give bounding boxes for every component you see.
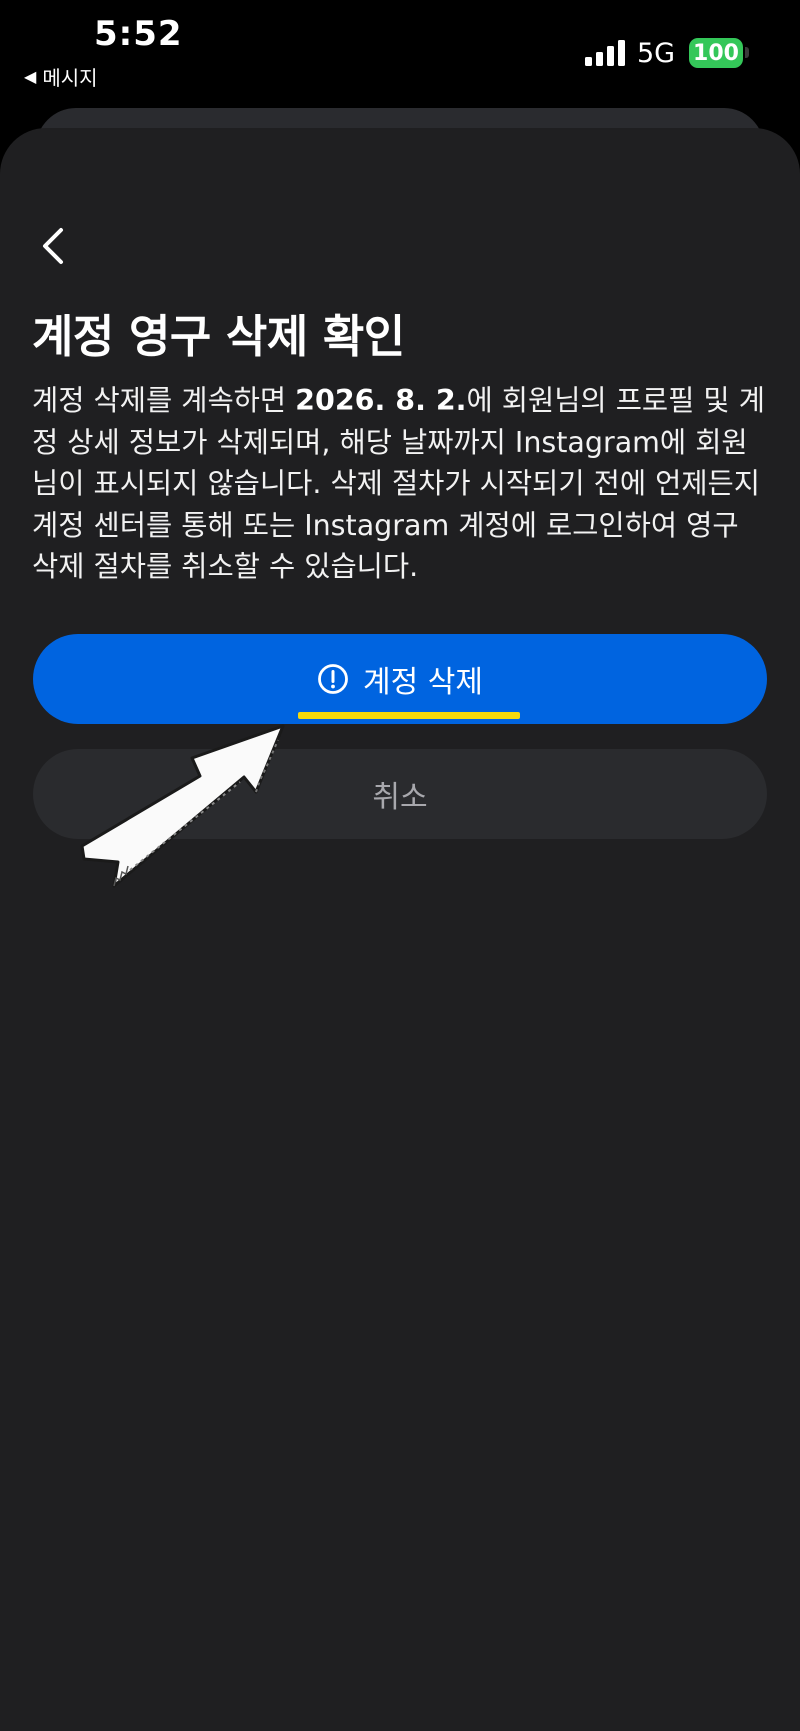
- network-type: 5G: [637, 38, 676, 69]
- highlight-underline: [298, 712, 520, 719]
- cancel-label: 취소: [372, 780, 428, 815]
- signal-icon: [585, 40, 625, 66]
- back-button[interactable]: [32, 222, 72, 270]
- battery-level: 100: [693, 40, 739, 66]
- delete-account-button[interactable]: 계정 삭제: [33, 634, 767, 724]
- bottom-sheet: [0, 128, 800, 1731]
- status-time: 5:52: [94, 14, 183, 54]
- back-app-label: 메시지: [42, 66, 98, 90]
- delete-account-label: 계정 삭제: [363, 665, 483, 700]
- page-description: 계정 삭제를 계속하면 2026. 8. 2.에 회원님의 프로필 및 계정 상…: [32, 380, 772, 588]
- back-triangle-icon: ◀: [24, 67, 37, 86]
- chevron-left-icon: [43, 228, 63, 264]
- description-prefix: 계정 삭제를 계속하면: [32, 384, 296, 417]
- annotation-arrow-icon: [80, 724, 285, 888]
- back-to-app-link[interactable]: ◀ 메시지: [24, 62, 98, 91]
- deletion-date: 2026. 8. 2.: [295, 384, 467, 417]
- page-title: 계정 영구 삭제 확인: [32, 310, 405, 363]
- battery-tip: [745, 47, 749, 58]
- status-bar: 5:52 ◀ 메시지 5G 100: [0, 0, 800, 110]
- battery-icon: 100: [689, 38, 743, 68]
- exclamation-circle-icon: [318, 664, 348, 694]
